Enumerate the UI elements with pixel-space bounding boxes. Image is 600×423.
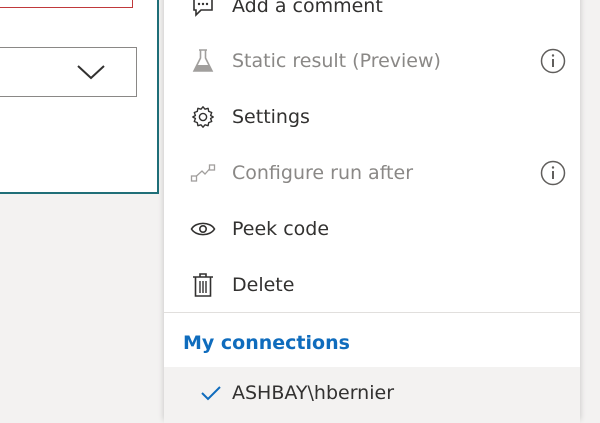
dropdown-select[interactable] bbox=[0, 47, 137, 97]
connections-section-title: My connections bbox=[183, 332, 350, 354]
menu-item-add-comment[interactable]: Add a comment bbox=[164, 0, 580, 34]
connection-label: ASHBAY\hbernier bbox=[232, 382, 395, 404]
comment-icon bbox=[190, 0, 216, 19]
chevron-down-icon bbox=[76, 63, 106, 85]
info-icon[interactable] bbox=[540, 48, 566, 74]
checkmark-icon bbox=[200, 385, 222, 405]
menu-divider bbox=[164, 312, 580, 313]
connection-item[interactable]: ASHBAY\hbernier bbox=[164, 367, 580, 423]
error-input-field[interactable] bbox=[0, 0, 133, 8]
menu-item-delete[interactable]: Delete bbox=[164, 257, 580, 313]
menu-item-configure-run-after[interactable]: Configure run after bbox=[164, 145, 580, 201]
menu-item-label: Add a comment bbox=[232, 0, 383, 17]
menu-item-label: Delete bbox=[232, 274, 295, 296]
flask-icon bbox=[190, 48, 216, 74]
trash-icon bbox=[190, 272, 216, 298]
menu-item-label: Configure run after bbox=[232, 162, 414, 184]
menu-item-label: Peek code bbox=[232, 218, 330, 240]
run-after-icon bbox=[190, 160, 216, 186]
info-icon[interactable] bbox=[540, 160, 566, 186]
action-card bbox=[0, 0, 159, 194]
menu-item-static-result[interactable]: Static result (Preview) bbox=[164, 33, 580, 89]
menu-item-label: Settings bbox=[232, 106, 310, 128]
menu-item-label: Static result (Preview) bbox=[232, 50, 441, 72]
menu-item-settings[interactable]: Settings bbox=[164, 89, 580, 145]
menu-item-peek-code[interactable]: Peek code bbox=[164, 201, 580, 257]
eye-icon bbox=[190, 216, 216, 242]
context-menu: Add a comment Static result (Preview) Se… bbox=[164, 0, 580, 423]
gear-icon bbox=[190, 104, 216, 130]
